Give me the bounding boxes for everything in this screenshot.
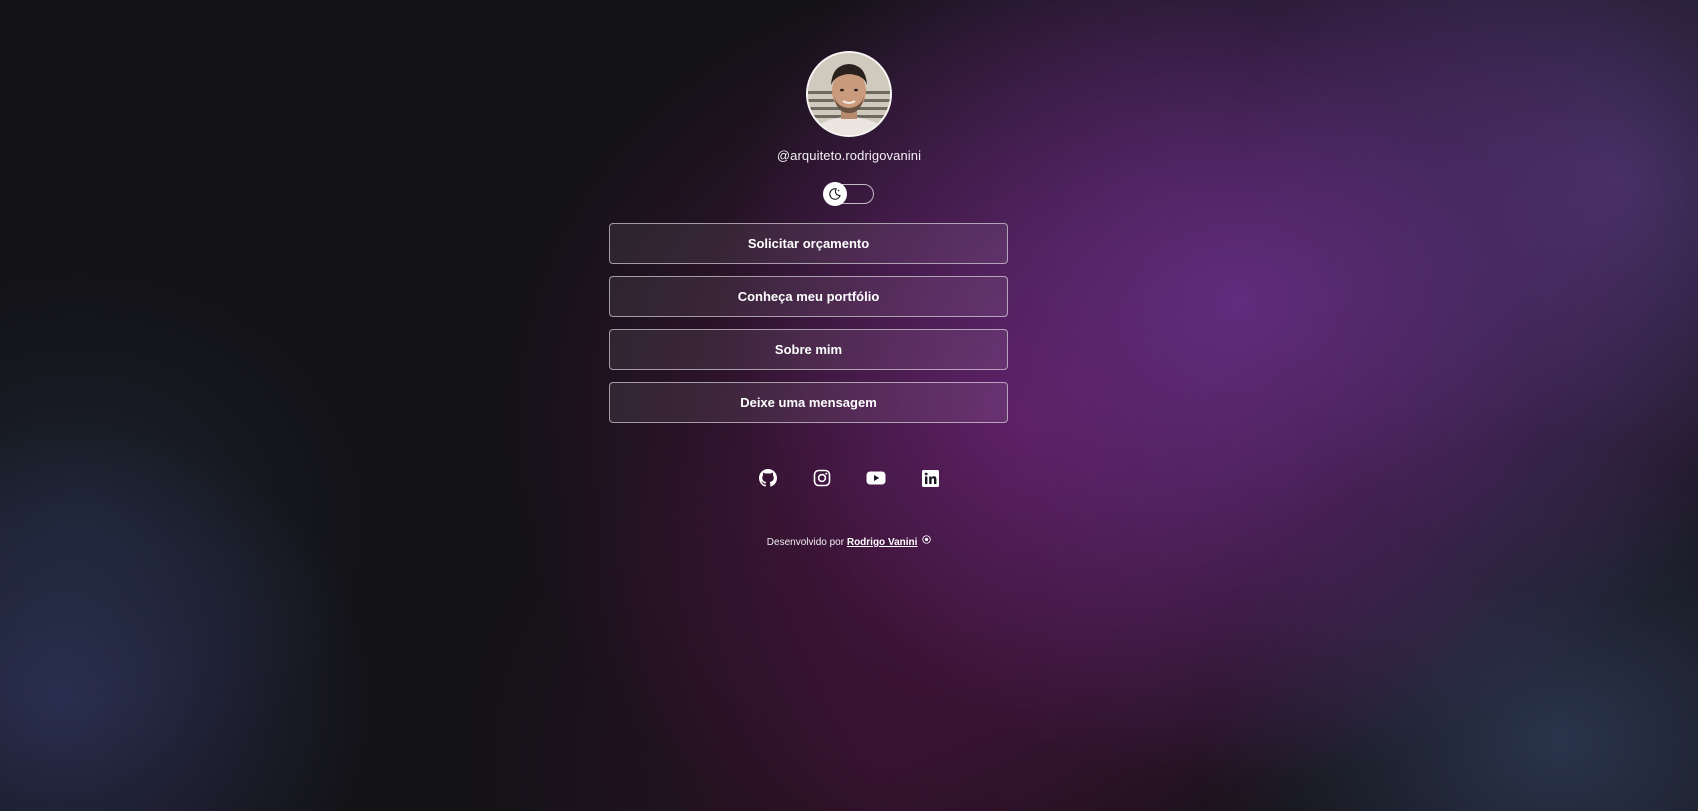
footer: Desenvolvido por Rodrigo Vanini <box>0 535 1698 550</box>
link-button-message[interactable]: Deixe uma mensagem <box>609 382 1008 423</box>
link-button-budget[interactable]: Solicitar orçamento <box>609 223 1008 264</box>
sun-icon <box>922 535 931 549</box>
toggle-knob[interactable] <box>823 182 847 206</box>
page: @arquiteto.rodrigovanini Solicitar orçam… <box>0 0 1698 811</box>
social-links <box>0 468 1698 488</box>
theme-toggle[interactable] <box>823 182 874 206</box>
link-list: Solicitar orçamento Conheça meu portfóli… <box>609 223 1008 435</box>
instagram-icon[interactable] <box>812 468 832 488</box>
link-button-portfolio[interactable]: Conheça meu portfólio <box>609 276 1008 317</box>
linkedin-icon[interactable] <box>920 468 940 488</box>
github-icon[interactable] <box>758 468 778 488</box>
author-link[interactable]: Rodrigo Vanini <box>847 537 918 548</box>
avatar-photo <box>808 53 890 135</box>
username: @arquiteto.rodrigovanini <box>776 148 922 163</box>
link-button-about[interactable]: Sobre mim <box>609 329 1008 370</box>
profile-header: @arquiteto.rodrigovanini <box>0 51 1698 206</box>
youtube-icon[interactable] <box>866 468 886 488</box>
footer-prefix: Desenvolvido por <box>766 537 845 548</box>
avatar <box>806 51 892 137</box>
moon-icon <box>829 188 841 200</box>
